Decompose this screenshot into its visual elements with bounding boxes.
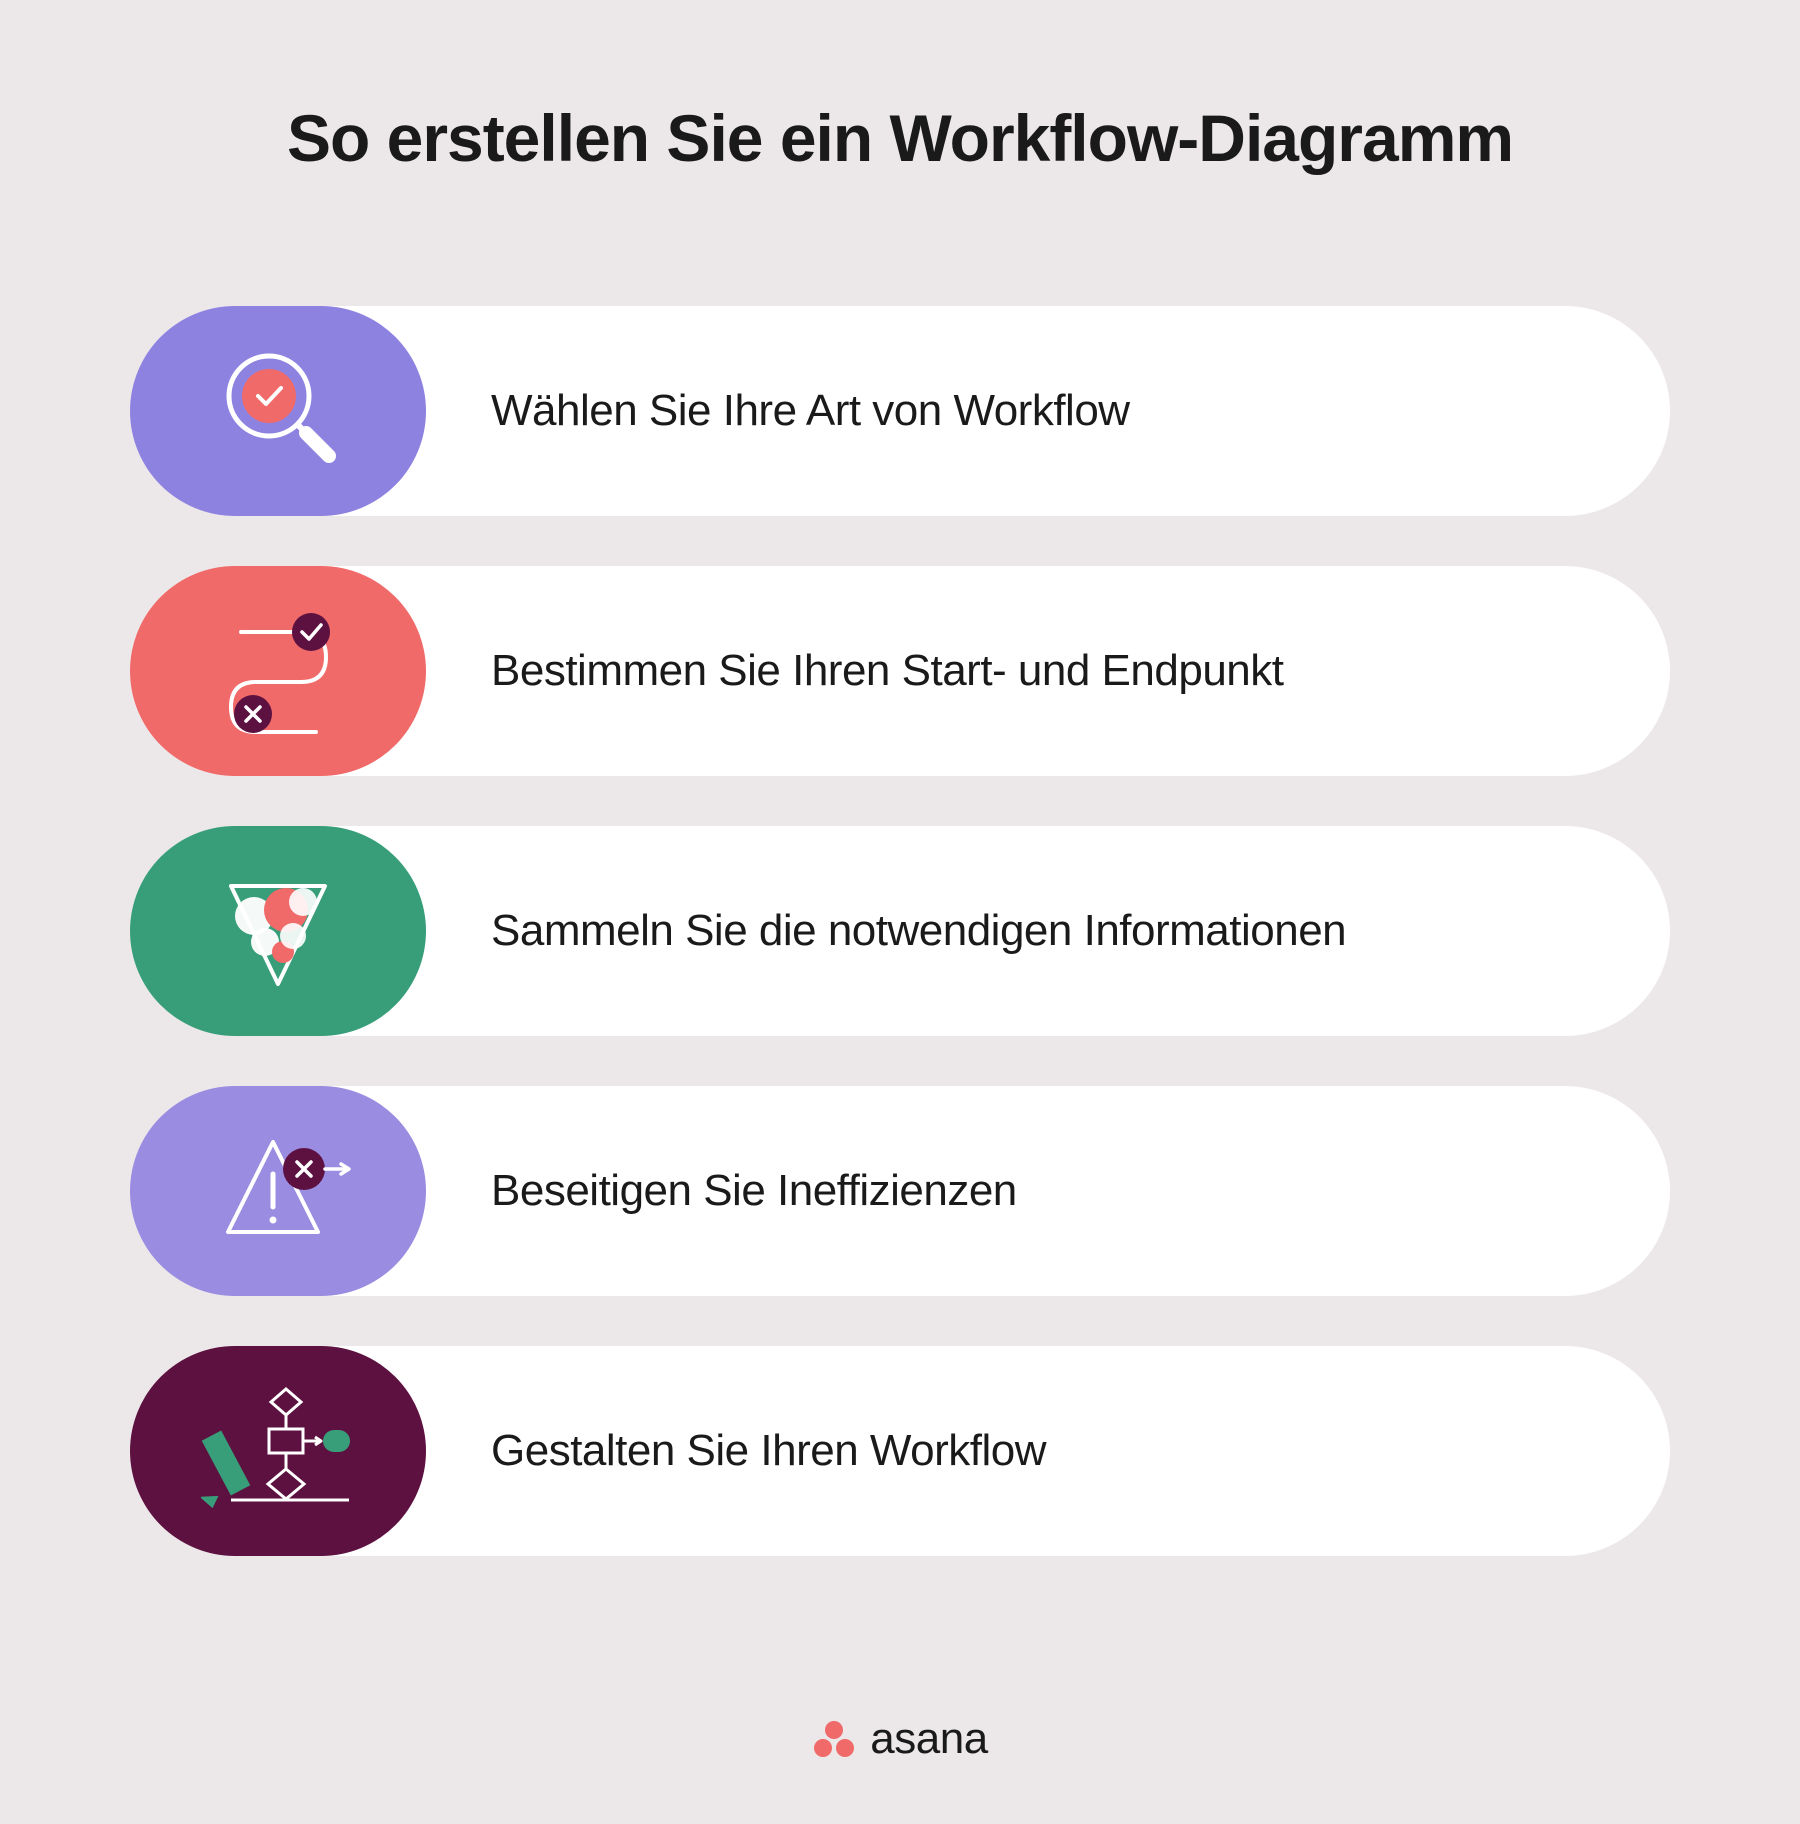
step-row: Gestalten Sie Ihren Workflow bbox=[130, 1346, 1670, 1556]
path-endpoints-icon bbox=[130, 566, 426, 776]
funnel-icon bbox=[130, 826, 426, 1036]
step-label: Wählen Sie Ihre Art von Workflow bbox=[491, 386, 1130, 436]
magnifier-check-icon bbox=[130, 306, 426, 516]
step-label: Bestimmen Sie Ihren Start- und Endpunkt bbox=[491, 646, 1283, 696]
page-title: So erstellen Sie ein Workflow-Diagramm bbox=[130, 100, 1670, 176]
step-label: Gestalten Sie Ihren Workflow bbox=[491, 1426, 1046, 1476]
step-row: Bestimmen Sie Ihren Start- und Endpunkt bbox=[130, 566, 1670, 776]
brand-footer: asana bbox=[130, 1714, 1670, 1764]
flowchart-icon bbox=[130, 1346, 426, 1556]
step-label: Sammeln Sie die notwendigen Informatione… bbox=[491, 906, 1346, 956]
step-row: Sammeln Sie die notwendigen Informatione… bbox=[130, 826, 1670, 1036]
steps-list: Wählen Sie Ihre Art von Workflow Bestimm… bbox=[130, 306, 1670, 1654]
step-row: Wählen Sie Ihre Art von Workflow bbox=[130, 306, 1670, 516]
warning-icon bbox=[130, 1086, 426, 1296]
step-label: Beseitigen Sie Ineffizienzen bbox=[491, 1166, 1017, 1216]
step-row: Beseitigen Sie Ineffizienzen bbox=[130, 1086, 1670, 1296]
brand-name: asana bbox=[870, 1714, 987, 1764]
asana-logo-icon bbox=[812, 1717, 856, 1761]
